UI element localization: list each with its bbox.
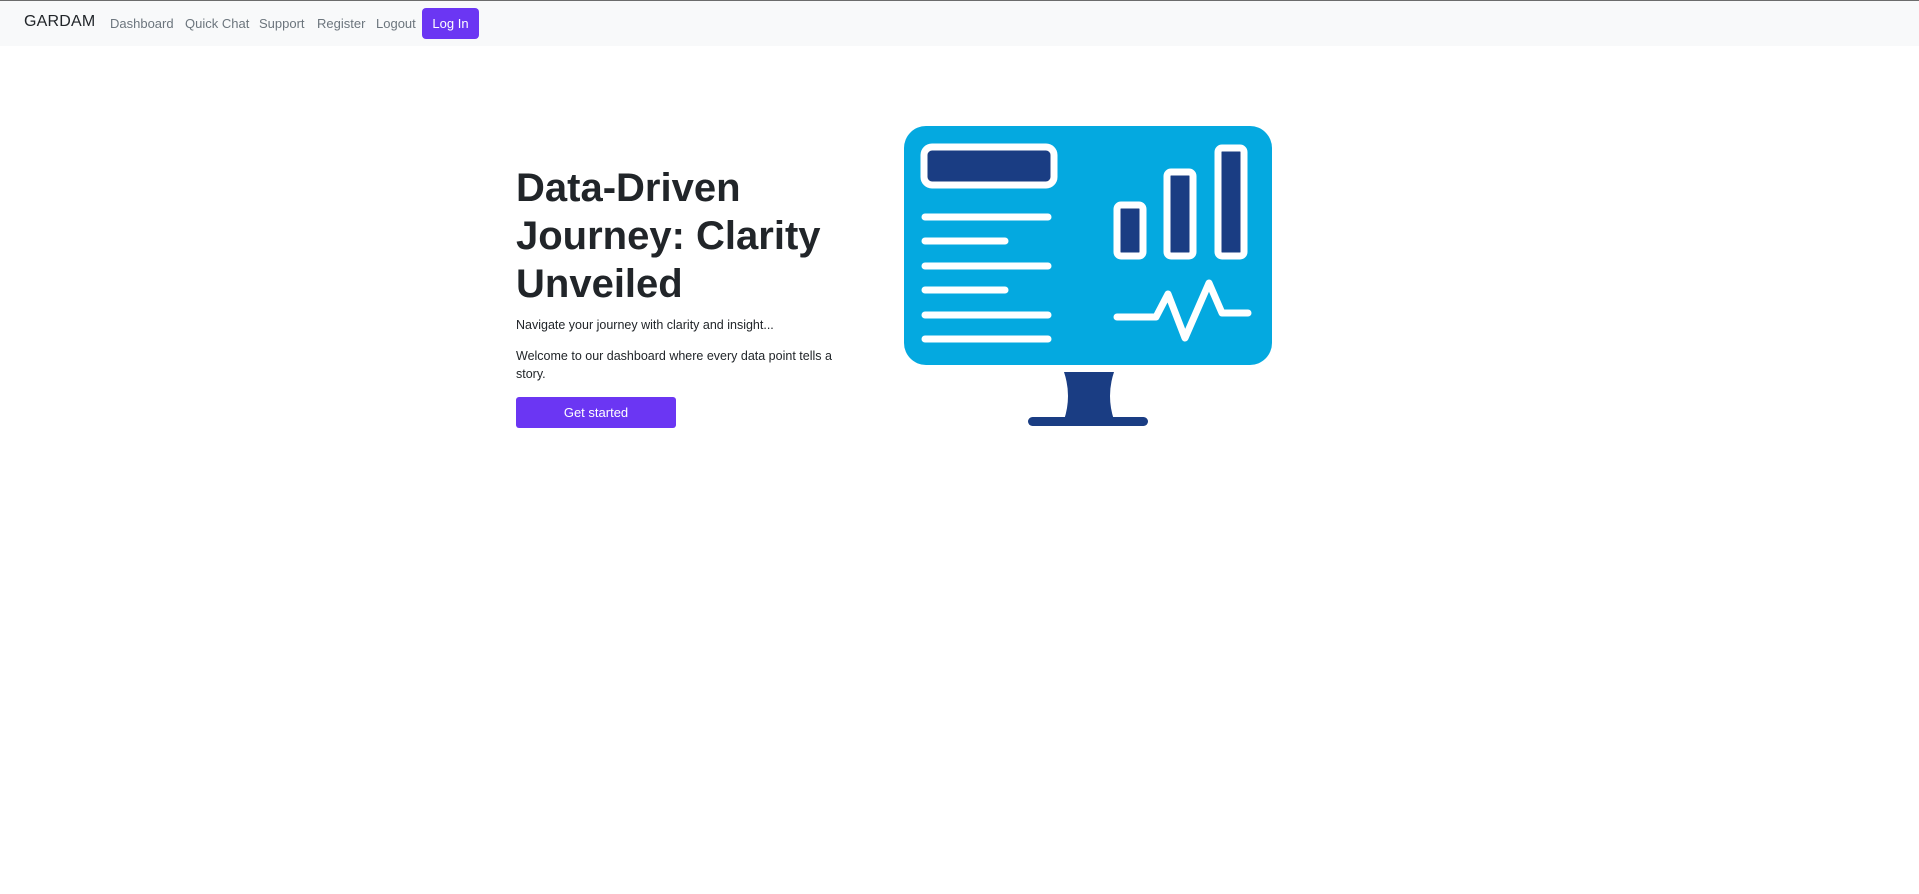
hero-description: Welcome to our dashboard where every dat… (516, 349, 832, 381)
navbar: GARDAM Dashboard Quick Chat Support Regi… (0, 1, 1919, 46)
get-started-button[interactable]: Get started (516, 397, 676, 428)
login-button[interactable]: Log In (422, 8, 479, 39)
nav-link-dashboard[interactable]: Dashboard (110, 16, 174, 31)
monitor-analytics-svg (904, 126, 1272, 426)
hero-subtitle: Navigate your journey with clarity and i… (516, 318, 774, 332)
monitor-analytics-icon (902, 124, 1272, 435)
brand-logo[interactable]: GARDAM (24, 13, 95, 31)
nav-link-quick-chat[interactable]: Quick Chat (185, 16, 249, 31)
nav-link-logout[interactable]: Logout (376, 16, 416, 31)
nav-link-support[interactable]: Support (259, 16, 305, 31)
nav-link-register[interactable]: Register (317, 16, 365, 31)
hero-title: Data-Driven Journey: Clarity Unveiled (516, 166, 821, 306)
